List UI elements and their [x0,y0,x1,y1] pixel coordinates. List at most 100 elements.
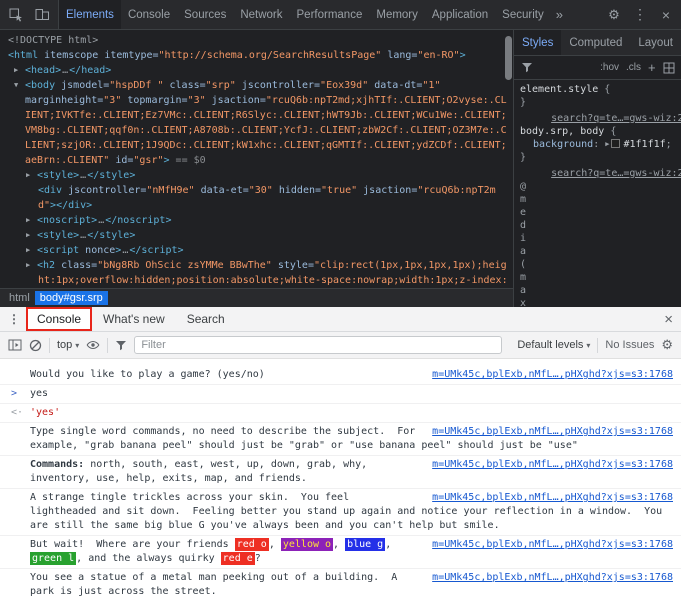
syntax-token: d" [38,200,51,211]
new-style-rule-button[interactable]: + [648,61,656,74]
console-message: m=UMk45c,bplExb,nMfL…,pHXghd?xjs=s3:1768… [0,423,681,456]
top-tab-security[interactable]: Security [495,0,551,29]
styles-filter-icon[interactable] [521,62,533,73]
more-menu-icon[interactable]: ⋮ [627,2,653,28]
style-rule-section: search?q=te…=gws-wiz:22 @ m e d i a(m a x [520,167,681,307]
sidebar-tab-computed[interactable]: Computed [561,30,630,55]
color-swatch-icon[interactable] [611,139,621,148]
sidebar-tab-layout[interactable]: Layout [630,30,681,55]
top-tab-application[interactable]: Application [425,0,495,29]
syntax-token: id= [109,155,134,166]
dom-tree-row[interactable]: ht:1px;overflow:hidden;position:absolute… [0,273,513,288]
shorthand-expand-icon[interactable]: ▶ [605,140,609,148]
dom-tree-row[interactable]: ▶ <noscript>…</noscript> [0,213,513,228]
top-tab-memory[interactable]: Memory [369,0,425,29]
dom-tree-row[interactable]: IENT;IVKTfe:.CLIENT;Ez7VMc:.CLIENT;R6Sly… [0,108,513,123]
clear-console-icon[interactable] [29,339,42,352]
console-source-link[interactable]: m=UMk45c,bplExb,nMfL…,pHXghd?xjs=s3:1768 [432,538,673,552]
expand-arrow-icon[interactable]: ▶ [14,63,25,78]
breadcrumb-item-body-gsr-srp[interactable]: body#gsr.srp [34,291,108,305]
drawer-tab-console[interactable]: Console [25,307,93,331]
drawer-menu-icon[interactable]: ⋮ [8,312,20,326]
syntax-token: marginheight= [25,95,104,106]
elements-scrollbar[interactable] [505,36,512,80]
divider [49,337,50,353]
media-query-text: e [520,207,527,218]
console-source-link[interactable]: m=UMk45c,bplExb,nMfL…,pHXghd?xjs=s3:1768 [432,491,673,505]
syntax-token: <style> [37,170,80,181]
live-expression-eye-icon[interactable] [86,338,100,352]
dom-tree-row[interactable]: VM8bg:.CLIENT;qqf0n:.CLIENT;A8708b:.CLIE… [0,123,513,138]
breadcrumb-item-html[interactable]: html [4,291,35,305]
console-settings-icon[interactable]: ⚙ [661,337,673,353]
inline-expand-button[interactable]: … [79,170,87,181]
expand-arrow-icon[interactable]: ▶ [26,228,37,243]
css-property-value[interactable]: #1f1f1f [623,139,665,150]
console-source-link[interactable]: m=UMk45c,bplExb,nMfL…,pHXghd?xjs=s3:1768 [432,368,673,382]
dom-tree-row[interactable]: ▼ <body jsmodel="hspDDf " class="srp" jsc… [0,78,513,93]
css-selector[interactable]: body.srp, body [520,126,604,137]
syntax-token: IENT;IVKTfe:.CLIENT;Ez7VMc:.CLIENT;R6Sly… [25,110,507,121]
expand-arrow-icon[interactable]: ▶ [26,168,37,183]
dom-tree-row[interactable]: ▶ <style>…</style> [0,168,513,183]
top-tab-network[interactable]: Network [233,0,289,29]
inline-expand-button[interactable]: … [61,65,69,76]
expand-arrow-icon[interactable]: ▶ [26,213,37,228]
dom-tree-row[interactable]: marginheight="3" topmargin="3" jsaction=… [0,93,513,108]
drawer-header: ⋮ Console What's new Search × [0,307,681,332]
console-text: 'yes' [30,407,61,418]
top-tab-elements[interactable]: Elements [59,0,121,29]
javascript-context-dropdown[interactable]: top ▾ [57,339,79,351]
console-filter-icon[interactable] [115,340,127,351]
dom-tree-row[interactable]: ▶ <style>…</style> [0,228,513,243]
expand-arrow-icon[interactable]: ▶ [26,258,37,273]
syntax-token: "30" [248,185,273,196]
levels-label: Default levels [517,339,584,351]
top-tab-sources[interactable]: Sources [177,0,233,29]
console-message: > yes [0,385,681,404]
close-drawer-icon[interactable]: × [664,311,673,328]
top-tab-performance[interactable]: Performance [290,0,370,29]
css-property-row[interactable]: background: ▶ #1f1f1f; [520,138,681,151]
inspect-element-icon[interactable] [3,2,29,28]
element-classes-button[interactable]: .cls [626,62,641,73]
dom-tree-row[interactable]: ▶ <script nonce>…</script> [0,243,513,258]
device-toolbar-icon[interactable] [29,2,55,28]
dom-tree-row[interactable]: <!DOCTYPE html> [0,33,513,48]
console-source-link[interactable]: m=UMk45c,bplExb,nMfL…,pHXghd?xjs=s3:1768 [432,425,673,439]
css-property-name[interactable]: background [533,139,593,150]
settings-gear-icon[interactable]: ⚙ [601,2,627,28]
close-devtools-icon[interactable]: × [653,2,679,28]
console-messages: m=UMk45c,bplExb,nMfL…,pHXghd?xjs=s3:1768… [0,359,681,600]
console-filter-input[interactable]: Filter [134,336,503,354]
console-source-link[interactable]: m=UMk45c,bplExb,nMfL…,pHXghd?xjs=s3:1768 [432,458,673,472]
dom-tree-row[interactable]: <html itemscope itemtype="http://schema.… [0,48,513,63]
grid-editor-icon[interactable] [663,62,675,74]
more-tabs-icon[interactable]: » [551,0,568,29]
syntax-token: jsaction= [205,95,266,106]
semicolon: ; [665,139,672,150]
console-source-link[interactable]: m=UMk45c,bplExb,nMfL…,pHXghd?xjs=s3:1768 [432,571,673,585]
sidebar-tab-styles[interactable]: Styles [514,30,562,55]
stylesheet-source-link[interactable]: search?q=te…=gws-wiz:22 [551,168,681,179]
dom-tree-row[interactable]: LIENT;szjOR:.CLIENT;1J9QDc:.CLIENT;kW1xh… [0,138,513,153]
syntax-token: "bNg8Rb OhScic zsYMMe BBwThe" [97,260,272,271]
issues-counter[interactable]: No Issues [605,339,654,351]
dom-tree-row[interactable]: <div jscontroller="nMfH9e" data-et="30" … [0,183,513,198]
stylesheet-source-link[interactable]: search?q=te…=gws-wiz:22 [551,113,681,124]
toggle-element-state-button[interactable]: :hov [600,62,619,73]
top-tab-console[interactable]: Console [121,0,177,29]
dom-tree-row[interactable]: ▶ <head>…</head> [0,63,513,78]
css-selector[interactable]: element.style [520,84,598,95]
drawer-tab-what-s-new[interactable]: What's new [94,309,174,329]
inline-expand-button[interactable]: … [79,230,87,241]
media-query-text: m [520,272,527,283]
expand-arrow-icon[interactable]: ▶ [26,243,37,258]
expand-arrow-icon[interactable]: ▼ [14,78,25,93]
default-levels-dropdown[interactable]: Default levels ▾ [517,339,590,351]
drawer-tab-search[interactable]: Search [178,309,234,329]
dom-tree-row[interactable]: ▶ <h2 class="bNg8Rb OhScic zsYMMe BBwThe"… [0,258,513,273]
dom-tree-row[interactable]: aeBrn:.CLIENT" id="gsr"> == $0 [0,153,513,168]
console-sidebar-icon[interactable] [8,339,22,351]
dom-tree-row[interactable]: d"></div> [0,198,513,213]
